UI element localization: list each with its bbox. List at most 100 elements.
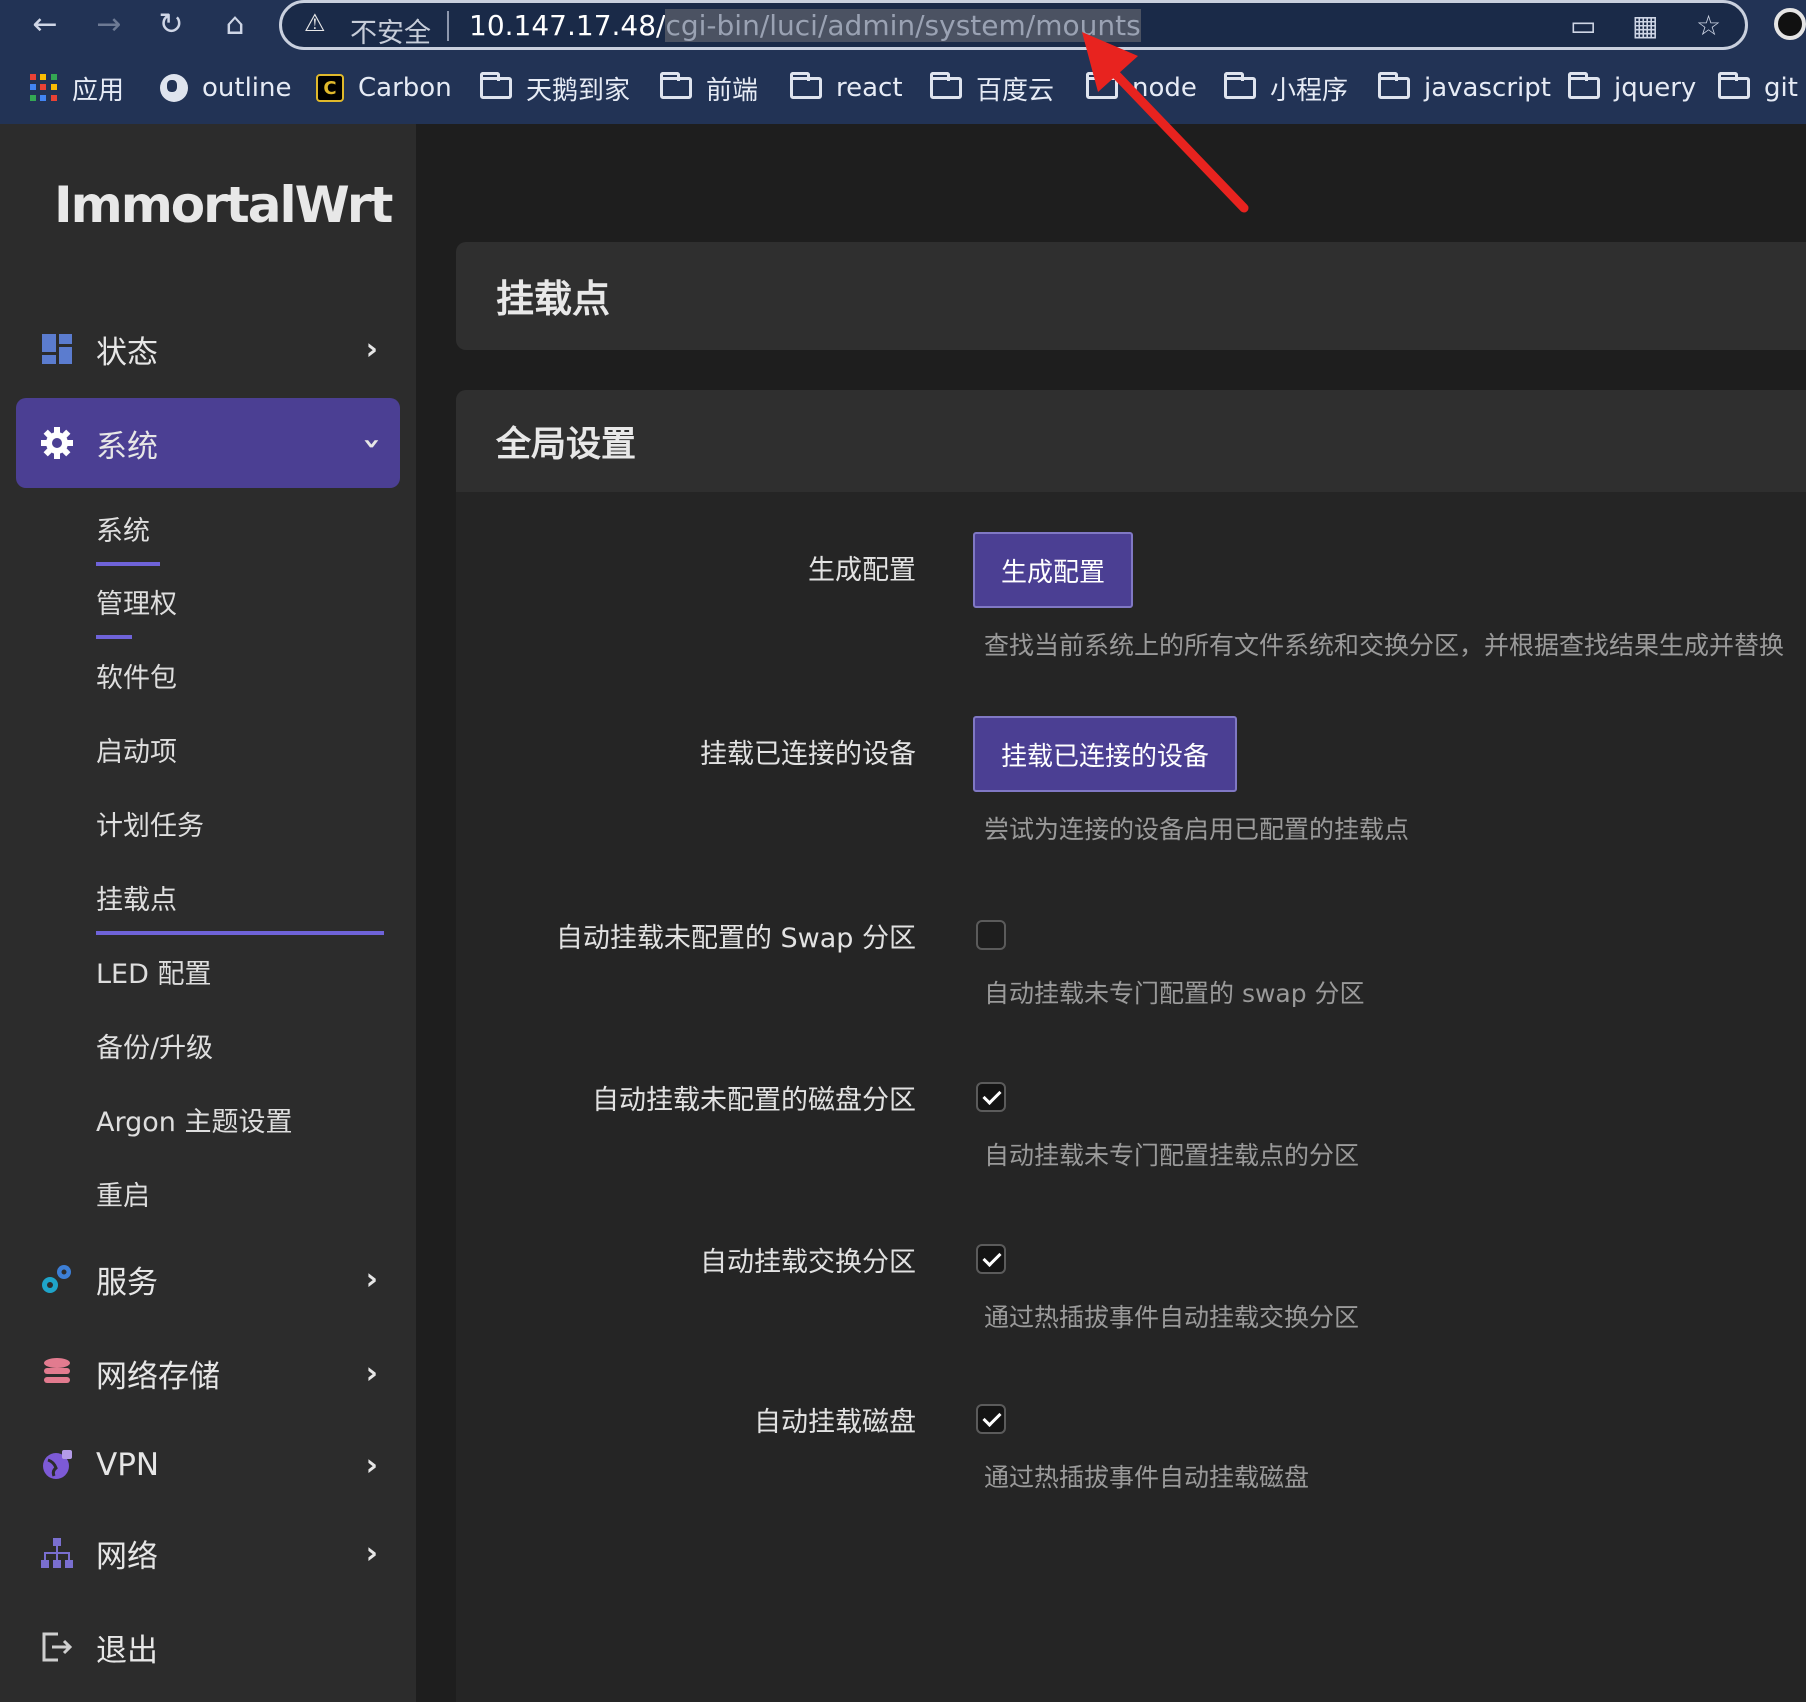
field-label: 自动挂载未配置的磁盘分区 [592,1085,916,1116]
submenu-item-mounts[interactable]: 挂载点 [96,878,177,917]
bookmark-label: node [1132,73,1197,103]
url-text[interactable]: 10.147.17.48/cgi-bin/luci/admin/system/m… [469,9,1141,42]
field-label: 自动挂载交换分区 [700,1247,916,1278]
page-title-card: 挂载点 [456,242,1806,350]
back-icon[interactable]: ← [26,6,64,44]
globe-icon [160,74,188,102]
folder-icon [930,72,962,99]
profile-avatar[interactable] [1774,8,1806,40]
forward-icon[interactable]: → [90,6,128,44]
field-description: 通过热插拔事件自动挂载交换分区 [984,1303,1360,1332]
field-description: 自动挂载未专门配置挂载点的分区 [984,1141,1360,1170]
logo[interactable]: ImmortalWrt [54,176,393,234]
folder-icon [480,72,512,99]
menu-item-network[interactable]: 网络 › [16,1508,400,1598]
menu-item-system[interactable]: 系统 › [16,398,400,488]
submenu-item-crontab[interactable]: 计划任务 [96,804,204,843]
menu-item-logout[interactable]: 退出 [16,1602,400,1692]
menu-item-services[interactable]: 服务 › [16,1234,400,1324]
carbon-icon: C [316,74,344,102]
url-path[interactable]: cgi-bin/luci/admin/system/mounts [665,9,1141,42]
chevron-right-icon: › [365,331,378,367]
chevron-right-icon: › [365,1535,378,1571]
anon-mount-checkbox[interactable] [976,1082,1006,1112]
bookmark-label: 小程序 [1270,75,1349,106]
bookmark-label: outline [202,73,292,103]
submenu-item-admin[interactable]: 管理权 [96,582,177,621]
anon-swap-checkbox[interactable] [976,920,1006,950]
reload-icon[interactable]: ↻ [152,6,190,44]
home-icon[interactable]: ⌂ [216,6,254,44]
submenu-item-system[interactable]: 系统 [96,509,150,548]
menu-item-nas[interactable]: 网络存储 › [16,1328,400,1418]
submenu-underline [96,562,160,566]
url-host[interactable]: 10.147.17.48/ [469,9,665,42]
network-icon [41,1538,73,1568]
menu-label: VPN [96,1447,160,1483]
bookmark-label: git [1764,73,1798,103]
logout-icon [42,1632,73,1662]
bookmark-folder[interactable]: git [1718,70,1798,106]
apps-grid-icon [30,74,58,102]
sidebar: ImmortalWrt 状态 › 系统 › 系统 管理权 软件包 启动项 计划任… [0,124,416,1702]
menu-item-vpn[interactable]: VPN › [16,1420,400,1510]
auto-swap-checkbox[interactable] [976,1244,1006,1274]
menu-label: 退出 [96,1632,158,1669]
bookmark-folder[interactable]: react [790,70,903,106]
bookmark-folder[interactable]: 前端 [660,70,758,106]
cast-icon[interactable]: ▭ [1570,9,1596,42]
submenu-item-led[interactable]: LED 配置 [96,952,211,991]
field-description: 尝试为连接的设备启用已配置的挂载点 [984,815,1410,844]
field-description: 查找当前系统上的所有文件系统和交换分区，并根据查找结果生成并替换 [984,631,1785,660]
security-label[interactable]: 不安全 [350,11,431,50]
bookmarks-bar: 应用 outline C Carbon 天鹅到家 前端 react 百度云 no… [0,50,1806,124]
auto-mount-checkbox[interactable] [976,1404,1006,1434]
qr-code-icon[interactable]: ▦ [1632,9,1658,42]
submenu-active-underline [96,931,384,935]
submenu-item-reboot[interactable]: 重启 [96,1174,150,1213]
field-label: 自动挂载未配置的 Swap 分区 [555,923,916,954]
warning-icon[interactable]: ⚠ [304,9,326,37]
chevron-right-icon: › [365,1261,378,1297]
bookmark-label: react [836,73,903,103]
bookmark-outline[interactable]: outline [160,70,292,106]
generate-config-button[interactable]: 生成配置 [973,532,1134,608]
submenu-item-startup[interactable]: 启动项 [96,730,177,769]
address-bar[interactable]: ⚠ 不安全 10.147.17.48/cgi-bin/luci/admin/sy… [279,0,1748,50]
gear-icon [41,427,73,459]
section-title: 全局设置 [496,425,637,465]
field-label: 生成配置 [808,555,916,586]
bookmark-folder[interactable]: node [1086,70,1197,106]
mount-attached-devices-button[interactable]: 挂载已连接的设备 [973,716,1238,792]
bookmark-label: 应用 [72,75,125,106]
field-description: 通过热插拔事件自动挂载磁盘 [984,1463,1310,1492]
chevron-down-icon: › [354,436,390,450]
bookmark-folder[interactable]: jquery [1568,70,1696,106]
bookmark-folder[interactable]: 天鹅到家 [480,70,630,106]
submenu-item-argon[interactable]: Argon 主题设置 [96,1100,292,1139]
folder-icon [1086,72,1118,99]
menu-label: 状态 [96,334,158,371]
menu-item-status[interactable]: 状态 › [16,304,400,394]
bookmark-folder[interactable]: 百度云 [930,70,1054,106]
bookmark-label: 百度云 [976,75,1055,106]
bookmark-folder[interactable]: javascript [1378,70,1551,106]
field-label: 自动挂载磁盘 [754,1407,916,1438]
field-description: 自动挂载未专门配置的 swap 分区 [984,979,1365,1008]
folder-icon [660,72,692,99]
chevron-right-icon: › [365,1447,378,1483]
vpn-icon [43,1450,72,1479]
bookmark-folder[interactable]: 小程序 [1224,70,1348,106]
submenu-item-backup[interactable]: 备份/升级 [96,1026,213,1065]
menu-label: 网络 [96,1538,158,1575]
submenu-item-packages[interactable]: 软件包 [96,656,177,695]
page-title: 挂载点 [496,277,611,321]
bookmark-carbon[interactable]: C Carbon [316,70,452,106]
services-icon [42,1265,71,1293]
dashboard-icon [42,334,72,364]
bookmark-apps[interactable]: 应用 [30,70,124,106]
bookmark-star-icon[interactable]: ☆ [1696,9,1721,42]
section-header: 全局设置 [456,390,1806,492]
chevron-right-icon: › [365,1355,378,1391]
main-content: 挂载点 全局设置 生成配置 生成配置 查找当前系统上的所有文件系统和交换分区，并… [416,124,1806,1702]
